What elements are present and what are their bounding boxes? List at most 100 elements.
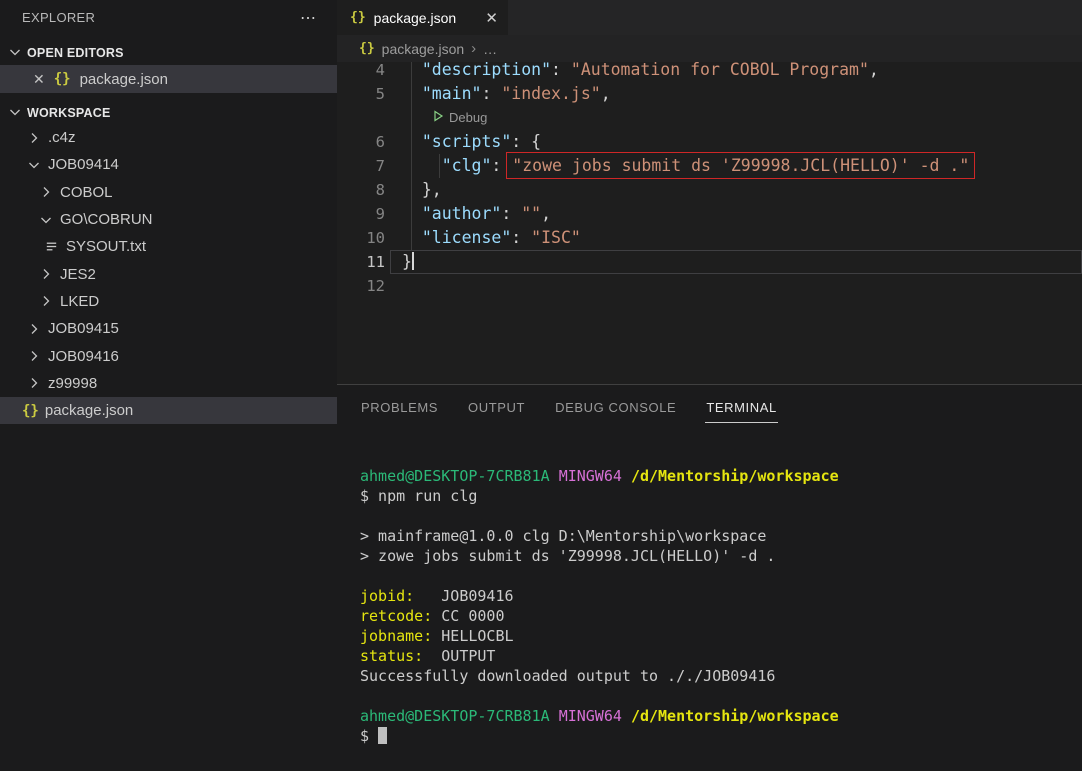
codelens-label: Debug: [449, 106, 487, 130]
tree-item-label: LKED: [60, 293, 99, 310]
editor-tab-bar: {} package.json ✕: [337, 0, 1082, 35]
chevron-right-icon: [38, 266, 54, 282]
chevron-right-icon: [38, 293, 54, 309]
bottom-panel: PROBLEMS OUTPUT DEBUG CONSOLE TERMINAL ahme…: [337, 384, 1082, 771]
code-text: "scripts": {: [385, 130, 541, 154]
tree-item-job09414[interactable]: JOB09414: [0, 151, 337, 178]
code-line-5[interactable]: 5 "main": "index.js",: [337, 82, 1082, 106]
chevron-right-icon: [26, 130, 42, 146]
breadcrumb-tail[interactable]: …: [483, 41, 497, 57]
terminal-line: jobid: JOB09416: [360, 586, 1082, 606]
sidebar-header: EXPLORER ⋯: [0, 0, 337, 35]
close-icon[interactable]: ✕: [485, 9, 498, 27]
workspace-label: WORKSPACE: [27, 106, 111, 120]
tree-item-job09416[interactable]: JOB09416: [0, 342, 337, 369]
tree-item-go-cobrun[interactable]: GO\COBRUN: [0, 206, 337, 233]
panel-tab-output[interactable]: OUTPUT: [467, 393, 526, 423]
explorer-title: EXPLORER: [22, 10, 300, 25]
terminal-cursor: [378, 727, 387, 744]
close-icon[interactable]: ✕: [33, 72, 45, 86]
tree-item-label: JOB09416: [48, 348, 119, 365]
terminal-line: jobname: HELLOCBL: [360, 626, 1082, 646]
code-text: }: [385, 250, 414, 274]
terminal-line: retcode: CC 0000: [360, 606, 1082, 626]
line-number: 5: [337, 82, 385, 106]
line-number: 7: [337, 154, 385, 178]
panel-tab-problems[interactable]: PROBLEMS: [360, 393, 439, 423]
chevron-right-icon: [26, 321, 42, 337]
terminal-line: $: [360, 726, 1082, 746]
tree-item-jes2[interactable]: JES2: [0, 260, 337, 287]
tab-package-json[interactable]: {} package.json ✕: [337, 0, 508, 35]
more-actions-icon[interactable]: ⋯: [300, 8, 317, 28]
code-line-6[interactable]: 6 "scripts": {: [337, 130, 1082, 154]
open-editor-label: package.json: [80, 71, 168, 88]
terminal[interactable]: ahmed@DESKTOP-7CRB81A MINGW64 /d/Mentors…: [337, 466, 1082, 746]
chevron-right-icon: [26, 375, 42, 391]
code-text: [385, 274, 402, 298]
tree-item-label: JOB09414: [48, 156, 119, 173]
code-text: "main": "index.js",: [385, 82, 611, 106]
terminal-line: ahmed@DESKTOP-7CRB81A MINGW64 /d/Mentors…: [360, 466, 1082, 486]
tree-item-c4z[interactable]: .c4z: [0, 124, 337, 151]
tree-item-label: z99998: [48, 375, 97, 392]
line-number: 8: [337, 178, 385, 202]
tree-item-sysout-txt[interactable]: SYSOUT.txt: [0, 233, 337, 260]
code-line-8[interactable]: 8 },: [337, 178, 1082, 202]
vscode-window: EXPLORER ⋯ OPEN EDITORS ✕{}package.json …: [0, 0, 1082, 771]
chevron-down-icon: [38, 212, 54, 228]
tree-item-package-json[interactable]: {}package.json: [0, 397, 337, 424]
play-icon: [433, 106, 444, 130]
tree-item-z99998[interactable]: z99998: [0, 370, 337, 397]
code-text: "license": "ISC": [385, 226, 581, 250]
code-line-4[interactable]: 4 "description": "Automation for COBOL P…: [337, 62, 1082, 82]
tree-item-label: JES2: [60, 266, 96, 283]
tab-label: package.json: [374, 10, 457, 26]
panel-tab-bar: PROBLEMS OUTPUT DEBUG CONSOLE TERMINAL: [337, 385, 1082, 431]
line-number: 12: [337, 274, 385, 298]
code-line-10[interactable]: 10 "license": "ISC": [337, 226, 1082, 250]
panel-tab-debug-console[interactable]: DEBUG CONSOLE: [554, 393, 677, 423]
panel-tab-terminal[interactable]: TERMINAL: [705, 393, 778, 423]
terminal-line: Successfully downloaded output to ././JO…: [360, 666, 1082, 686]
tree-item-label: .c4z: [48, 129, 76, 146]
chevron-right-icon: [38, 184, 54, 200]
code-line-7[interactable]: 7 "clg": "zowe jobs submit ds 'Z99998.JC…: [337, 154, 1082, 178]
open-editors-header[interactable]: OPEN EDITORS: [0, 43, 337, 63]
code-line-9[interactable]: 9 "author": "",: [337, 202, 1082, 226]
code-text: },: [385, 178, 442, 202]
code-text: "clg": "zowe jobs submit ds 'Z99998.JCL(…: [385, 154, 970, 178]
line-number: 10: [337, 226, 385, 250]
red-annotation-box: "zowe jobs submit ds 'Z99998.JCL(HELLO)'…: [506, 152, 975, 179]
tree-item-label: package.json: [45, 402, 133, 419]
line-number: 6: [337, 130, 385, 154]
tree-item-lked[interactable]: LKED: [0, 288, 337, 315]
breadcrumb-file[interactable]: package.json: [382, 41, 465, 57]
terminal-line: > mainframe@1.0.0 clg D:\Mentorship\work…: [360, 526, 1082, 546]
explorer-sidebar: EXPLORER ⋯ OPEN EDITORS ✕{}package.json …: [0, 0, 337, 771]
code-line-12[interactable]: 12: [337, 274, 1082, 298]
tree-item-job09415[interactable]: JOB09415: [0, 315, 337, 342]
chevron-down-icon: [7, 44, 23, 63]
json-icon: {}: [54, 72, 71, 86]
terminal-line: ahmed@DESKTOP-7CRB81A MINGW64 /d/Mentors…: [360, 706, 1082, 726]
workspace-header[interactable]: WORKSPACE: [0, 102, 337, 124]
open-editors-list: ✕ {} package.json: [0, 65, 337, 93]
chevron-right-icon: [26, 348, 42, 364]
terminal-line: [360, 566, 1082, 586]
file-icon: [44, 239, 60, 254]
chevron-right-icon: ›: [471, 40, 476, 57]
workspace-tree: .c4z JOB09414 COBOLGO\COBRUN SYSOUT.txt JES2…: [0, 124, 337, 424]
terminal-line: status: OUTPUT: [360, 646, 1082, 666]
debug-codelens[interactable]: Debug: [385, 106, 487, 130]
terminal-line: [360, 506, 1082, 526]
terminal-line: $ npm run clg: [360, 486, 1082, 506]
chevron-down-icon: [26, 157, 42, 173]
open-editors-label: OPEN EDITORS: [27, 46, 124, 60]
json-icon: {}: [350, 11, 366, 24]
tree-item-cobol[interactable]: COBOL: [0, 179, 337, 206]
editor[interactable]: 4 "description": "Automation for COBOL P…: [337, 62, 1082, 384]
tree-item-label: SYSOUT.txt: [66, 238, 146, 255]
open-editor-item-package-json[interactable]: ✕ {} package.json: [0, 65, 337, 93]
code-line-11[interactable]: 11}: [337, 250, 1082, 274]
